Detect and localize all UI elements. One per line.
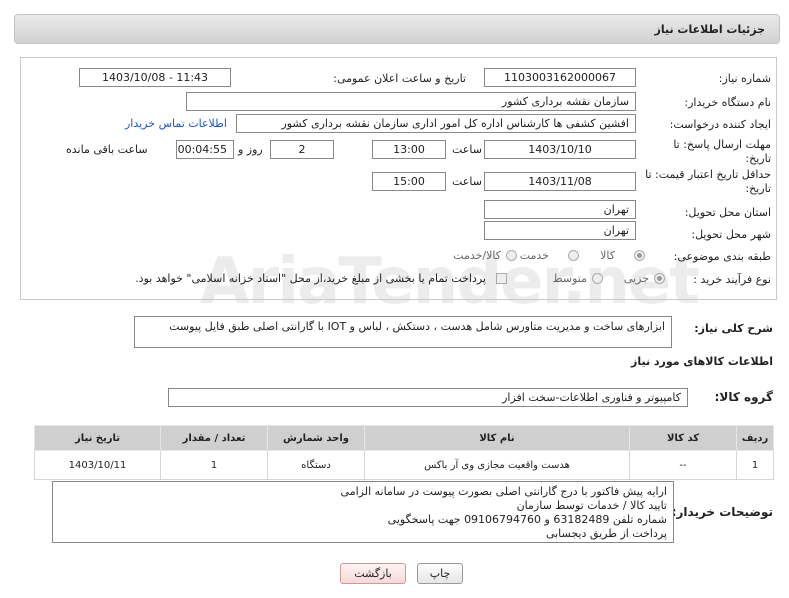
col-unit: واحد شمارش — [267, 425, 365, 451]
remaining-time-field[interactable]: 00:04:55 — [176, 140, 234, 159]
buyer-notes-field[interactable]: ارایه پیش فاکتور با درج گارانتی اصلی بصو… — [52, 481, 674, 543]
category-radio-goods[interactable] — [634, 250, 645, 261]
days-field[interactable]: 2 — [270, 140, 334, 159]
goods-section-title: اطلاعات کالاهای مورد نیاز — [631, 355, 773, 368]
goods-group-field[interactable]: کامپیوتر و فناوری اطلاعات-سخت افزار — [168, 388, 688, 407]
treasury-payment-checkbox[interactable] — [496, 273, 507, 284]
creator-field[interactable]: افشین کشفی ها کارشناس اداره کل امور ادار… — [236, 114, 636, 133]
row-need-date: 1403/10/11 — [34, 450, 161, 480]
buyer-note-line: ارایه پیش فاکتور با درج گارانتی اصلی بصو… — [340, 485, 667, 498]
row-code: -- — [629, 450, 737, 480]
col-row: ردیف — [736, 425, 774, 451]
announce-label: تاریخ و ساعت اعلان عمومی: — [333, 72, 466, 85]
category-label: طبقه بندی موضوعی: — [673, 250, 771, 263]
description-label: شرح کلی نیاز: — [694, 322, 773, 335]
buyer-org-field[interactable]: سازمان نقشه برداری کشور — [186, 92, 636, 111]
page-header: جزئیات اطلاعات نیاز — [14, 14, 780, 44]
need-number-field[interactable]: 1103003162000067 — [484, 68, 636, 87]
deadline-label-date: تاریخ: — [745, 152, 771, 165]
goods-table-header: ردیف کد کالا نام کالا واحد شمارش تعداد /… — [34, 425, 774, 451]
validity-label-date: تاریخ: — [745, 182, 771, 195]
col-name: نام کالا — [364, 425, 630, 451]
category-option-service: خدمت — [519, 249, 549, 262]
province-field[interactable]: تهران — [484, 200, 636, 219]
back-button[interactable]: بازگشت — [340, 563, 406, 584]
validity-date-field[interactable]: 1403/11/08 — [484, 172, 636, 191]
page-title: جزئیات اطلاعات نیاز — [654, 23, 766, 36]
buyer-note-line: پرداخت از طریق دیجسابی — [545, 527, 667, 540]
category-option-goods: کالا — [600, 249, 615, 262]
deadline-label: مهلت ارسال پاسخ: تا — [673, 138, 771, 151]
city-field[interactable]: تهران — [484, 221, 636, 240]
creator-label: ایجاد کننده درخواست: — [669, 118, 771, 131]
need-number-label: شماره نیاز: — [718, 72, 771, 85]
row-quantity: 1 — [160, 450, 268, 480]
table-row: 1 -- هدست واقعیت مجازی وی آر باکس دستگاه… — [34, 450, 774, 480]
goods-table: ردیف کد کالا نام کالا واحد شمارش تعداد /… — [34, 425, 774, 480]
row-unit: دستگاه — [267, 450, 365, 480]
validity-time-label: ساعت — [452, 175, 482, 188]
col-quantity: تعداد / مقدار — [160, 425, 268, 451]
buyer-note-line: شماره تلفن 63182489 و 09106794760 جهت پا… — [387, 513, 667, 526]
print-button[interactable]: چاپ — [417, 563, 463, 584]
deadline-time-field[interactable]: 13:00 — [372, 140, 446, 159]
description-field[interactable]: ابزارهای ساخت و مدیریت متاورس شامل هدست … — [134, 316, 672, 348]
buyer-notes-label: توضیحات خریدار: — [671, 505, 773, 519]
deadline-date-field[interactable]: 1403/10/10 — [484, 140, 636, 159]
contact-info-link[interactable]: اطلاعات تماس خریدار — [125, 117, 227, 130]
validity-label: حداقل تاریخ اعتبار قیمت: تا — [645, 168, 771, 181]
treasury-payment-note: پرداخت تمام یا بخشی از مبلغ خرید،از محل … — [135, 272, 486, 285]
province-label: استان محل تحویل: — [684, 206, 771, 219]
category-radio-service[interactable] — [568, 250, 579, 261]
col-code: کد کالا — [629, 425, 737, 451]
process-label: نوع فرآیند خرید : — [693, 273, 771, 286]
deadline-time-label: ساعت — [452, 143, 482, 156]
row-name: هدست واقعیت مجازی وی آر باکس — [364, 450, 630, 480]
buyer-note-line: تایید کالا / خدمات توسط سازمان — [516, 499, 667, 512]
process-option-medium: متوسط — [552, 272, 587, 285]
validity-time-field[interactable]: 15:00 — [372, 172, 446, 191]
process-radio-minor[interactable] — [654, 273, 665, 284]
days-label: روز و — [238, 143, 263, 156]
row-number: 1 — [736, 450, 774, 480]
category-option-goods-service: کالا/خدمت — [453, 249, 501, 262]
remaining-label: ساعت باقی مانده — [66, 143, 148, 156]
category-radio-goods-service[interactable] — [506, 250, 517, 261]
process-radio-medium[interactable] — [592, 273, 603, 284]
goods-group-label: گروه کالا: — [714, 390, 773, 404]
col-need-date: تاریخ نیاز — [34, 425, 161, 451]
process-option-minor: جزیی — [623, 272, 649, 285]
city-label: شهر محل تحویل: — [691, 228, 771, 241]
buyer-org-label: نام دستگاه خریدار: — [684, 96, 771, 109]
announce-field[interactable]: 1403/10/08 - 11:43 — [79, 68, 231, 87]
